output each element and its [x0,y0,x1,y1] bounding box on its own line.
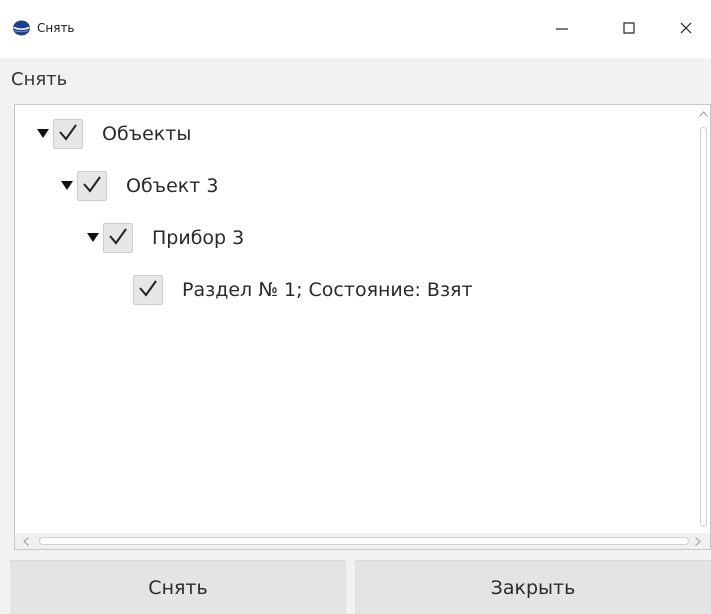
horizontal-scrollbar[interactable] [15,533,710,549]
maximize-button[interactable] [612,14,646,44]
close-window-button[interactable] [669,14,703,44]
close-icon [679,20,693,39]
tree-node-object-3[interactable]: Объект 3 [59,167,218,205]
expand-triangle-icon[interactable] [59,178,75,194]
scroll-left-icon[interactable] [23,537,29,546]
maximize-icon [622,20,636,39]
section-label: Снять [11,69,68,90]
expand-triangle-icon[interactable] [35,126,51,142]
minimize-button[interactable] [545,14,579,44]
title-bar[interactable]: Снять [0,0,711,58]
scroll-up-icon[interactable] [699,111,708,117]
checkmark-icon [138,279,158,301]
tree-node-checkbox[interactable] [133,275,163,305]
close-button[interactable]: Закрыть [355,560,711,614]
tree-node-section-1[interactable]: Раздел № 1; Состояние: Взят [133,271,473,309]
tree-node-label: Объекты [102,123,192,145]
app-globe-icon [12,20,31,36]
tree-node-label: Раздел № 1; Состояние: Взят [182,279,473,301]
horizontal-scroll-thumb[interactable] [39,537,689,545]
tree-node-checkbox[interactable] [103,223,133,253]
tree-node-device-3[interactable]: Прибор 3 [85,219,244,257]
tree-node-label: Объект 3 [126,175,219,197]
tree-node-label: Прибор 3 [152,227,245,249]
vertical-scroll-thumb[interactable] [700,127,707,527]
tree-node-checkbox[interactable] [77,171,107,201]
checkmark-icon [108,227,128,249]
scroll-right-icon[interactable] [695,537,701,546]
dialog-window: Снять Снять Объекты Объект 3 Прибор 3 Ра… [0,0,711,614]
checkmark-icon [82,175,102,197]
expand-triangle-icon[interactable] [85,230,101,246]
tree-node-checkbox[interactable] [53,119,83,149]
tree-view[interactable]: Объекты Объект 3 Прибор 3 Раздел № 1; Со… [14,104,711,550]
checkmark-icon [58,123,78,145]
minimize-icon [555,20,569,39]
tree-node-objects[interactable]: Объекты [35,115,191,153]
vertical-scrollbar[interactable] [696,105,710,535]
window-title: Снять [37,21,75,35]
remove-button[interactable]: Снять [10,560,346,614]
